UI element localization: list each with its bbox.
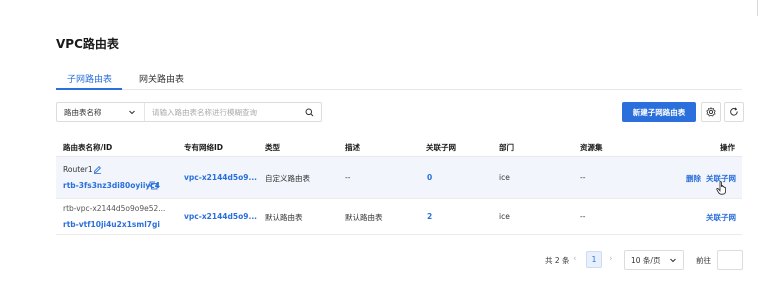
vpc-id-link[interactable]: vpc-x2144d5o9... xyxy=(184,212,257,221)
subnet-count-link[interactable]: 2 xyxy=(427,212,432,221)
pagination: 共 2 条 ‹ 1 › 10 条/页 前往 xyxy=(0,250,760,270)
prev-page-icon[interactable]: ‹ xyxy=(573,254,577,264)
route-table-id[interactable]: rtb-3fs3nz3di80oyiiyc4 xyxy=(63,181,160,190)
page-number-button[interactable]: 1 xyxy=(586,251,602,268)
page-size-select[interactable]: 10 条/页 xyxy=(624,250,684,270)
col-subnets: 关联子网 xyxy=(426,143,456,152)
hand-cursor-icon xyxy=(716,181,726,195)
goto-label: 前往 xyxy=(696,256,711,265)
gear-icon xyxy=(706,107,716,117)
col-actions: 操作 xyxy=(720,143,735,152)
route-table: 路由表名称/ID 专有网络ID 类型 描述 关联子网 部门 资源集 操作 Rou… xyxy=(56,136,742,235)
associate-subnet-button[interactable]: 关联子网 xyxy=(706,212,736,223)
search-icon[interactable] xyxy=(305,108,314,117)
tab-bar: 子网路由表 网关路由表 xyxy=(56,70,742,90)
resource-set: -- xyxy=(580,173,586,182)
copy-icon[interactable] xyxy=(149,181,158,190)
route-table-type: 自定义路由表 xyxy=(265,174,310,183)
create-route-table-button[interactable]: 新建子网路由表 xyxy=(622,102,696,122)
tab-subnet-route-table[interactable]: 子网路由表 xyxy=(67,72,112,85)
refresh-button[interactable] xyxy=(724,102,744,122)
settings-button[interactable] xyxy=(701,102,721,122)
search-filter: 路由表名称 请输入路由表名称进行模糊查询 xyxy=(56,102,322,122)
department: ice xyxy=(499,173,510,182)
window-edge-divider xyxy=(757,0,758,16)
subnet-count-link[interactable]: 0 xyxy=(427,173,432,182)
active-tab-indicator xyxy=(56,88,122,90)
route-table-id[interactable]: rtb-vtf10ji4u2x1sml7gi xyxy=(63,220,160,229)
route-table-name: rtb-vpc-x2144d5o9o9e52... xyxy=(63,204,166,213)
table-header: 路由表名称/ID 专有网络ID 类型 描述 关联子网 部门 资源集 操作 xyxy=(56,136,742,157)
resource-set: -- xyxy=(580,212,586,221)
edit-icon[interactable] xyxy=(93,165,102,174)
filter-field-select[interactable]: 路由表名称 xyxy=(57,103,145,121)
refresh-icon xyxy=(730,107,738,116)
col-name-id: 路由表名称/ID xyxy=(63,143,113,152)
search-input[interactable]: 请输入路由表名称进行模糊查询 xyxy=(145,103,321,121)
col-description: 描述 xyxy=(345,143,360,152)
page-size-label: 10 条/页 xyxy=(631,255,661,265)
chevron-down-icon xyxy=(670,258,676,263)
route-table-description: -- xyxy=(345,173,351,182)
search-placeholder: 请输入路由表名称进行模糊查询 xyxy=(152,107,257,117)
table-row[interactable]: Router1 rtb-3fs3nz3di80oyiiyc4 vpc-x2144… xyxy=(56,157,742,199)
filter-field-label: 路由表名称 xyxy=(64,107,102,117)
route-table-name: Router1 xyxy=(63,165,93,174)
next-page-icon[interactable]: › xyxy=(609,254,613,264)
col-department: 部门 xyxy=(499,143,514,152)
table-row[interactable]: rtb-vpc-x2144d5o9o9e52... rtb-vtf10ji4u2… xyxy=(56,199,742,235)
delete-button[interactable]: 删除 xyxy=(686,173,701,184)
col-vpc-id: 专有网络ID xyxy=(184,143,224,152)
col-type: 类型 xyxy=(265,143,280,152)
department: ice xyxy=(499,212,510,221)
pagination-total: 共 2 条 xyxy=(545,256,570,265)
vpc-id-link[interactable]: vpc-x2144d5o9... xyxy=(184,173,257,182)
tab-gateway-route-table[interactable]: 网关路由表 xyxy=(139,72,184,85)
route-table-type: 默认路由表 xyxy=(265,213,303,222)
route-table-description: 默认路由表 xyxy=(345,213,383,222)
chevron-down-icon xyxy=(129,110,135,115)
goto-page-input[interactable] xyxy=(717,250,743,270)
col-resource-set: 资源集 xyxy=(580,143,603,152)
page-title: VPC路由表 xyxy=(56,37,119,51)
